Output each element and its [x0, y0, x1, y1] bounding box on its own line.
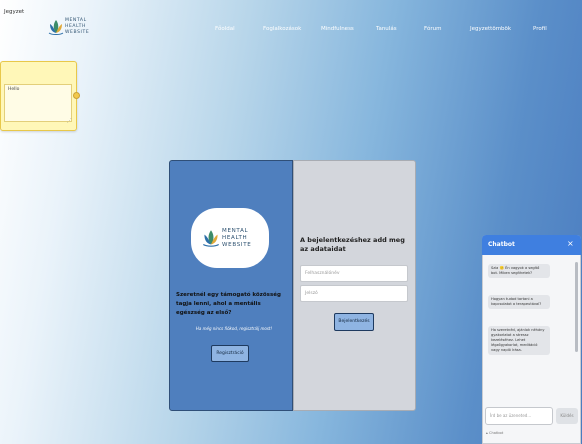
register-button[interactable]: Regisztráció	[211, 345, 249, 362]
chat-message: Ha szeretnéd, ajánlok néhány gyakorlatot…	[488, 326, 550, 355]
note-title: Jegyzet	[4, 9, 25, 15]
login-heading: A bejelentkezéshez add meg az adataidat	[300, 236, 405, 253]
site-logo[interactable]: MENTAL HEALTH WEBSITE	[48, 18, 90, 40]
logo-text: MENTAL HEALTH WEBSITE	[222, 228, 252, 248]
close-icon[interactable]: ×	[567, 240, 574, 248]
chat-message: Szia 🙂 Én vagyok a segítő bot. Miben seg…	[488, 264, 550, 278]
nav-item-mindfulness[interactable]: Mindfulness	[321, 26, 354, 32]
login-button[interactable]: Bejelentkezés	[334, 313, 374, 331]
logo-text: MENTAL HEALTH WEBSITE	[65, 18, 90, 35]
login-logo: MENTAL HEALTH WEBSITE	[191, 208, 269, 268]
password-field[interactable]: Jelszó	[300, 285, 408, 302]
nav-item-home[interactable]: Főoldal	[215, 26, 235, 32]
send-button[interactable]: Küldés	[556, 408, 578, 424]
chat-input[interactable]: Írd be az üzeneted...	[485, 407, 553, 425]
register-heading: Szeretnél egy támogató közösség tagja le…	[176, 292, 281, 316]
chatbot-footer-label: Chatbot	[488, 431, 504, 435]
nav-item-notebooks[interactable]: Jegyzettömbök	[470, 26, 511, 32]
lotus-logo-icon	[202, 230, 220, 247]
nav-item-sessions[interactable]: Foglalkozások	[263, 26, 301, 32]
note-textarea[interactable]: Hello	[4, 84, 72, 122]
chat-message: Hogyan tudod tartani a kapcsolatot a ter…	[488, 295, 550, 309]
nav-item-learning[interactable]: Tanulás	[376, 26, 397, 32]
note-drag-handle[interactable]	[73, 92, 80, 99]
lotus-logo-icon	[48, 20, 64, 35]
nav-item-profile[interactable]: Profil	[533, 26, 547, 32]
chatbot-title: Chatbot	[488, 241, 515, 248]
resize-grip-icon[interactable]: ⋰	[67, 118, 72, 124]
nav-item-forum[interactable]: Fórum	[424, 26, 441, 32]
register-subtext: Ha még nincs fiókod, regisztrálj most!	[195, 326, 273, 331]
chat-scrollbar[interactable]	[575, 262, 578, 352]
username-field[interactable]: Felhasználónév	[300, 265, 408, 282]
chatbot-footer: ▴ Chatbot	[486, 431, 504, 435]
register-panel	[169, 160, 293, 411]
